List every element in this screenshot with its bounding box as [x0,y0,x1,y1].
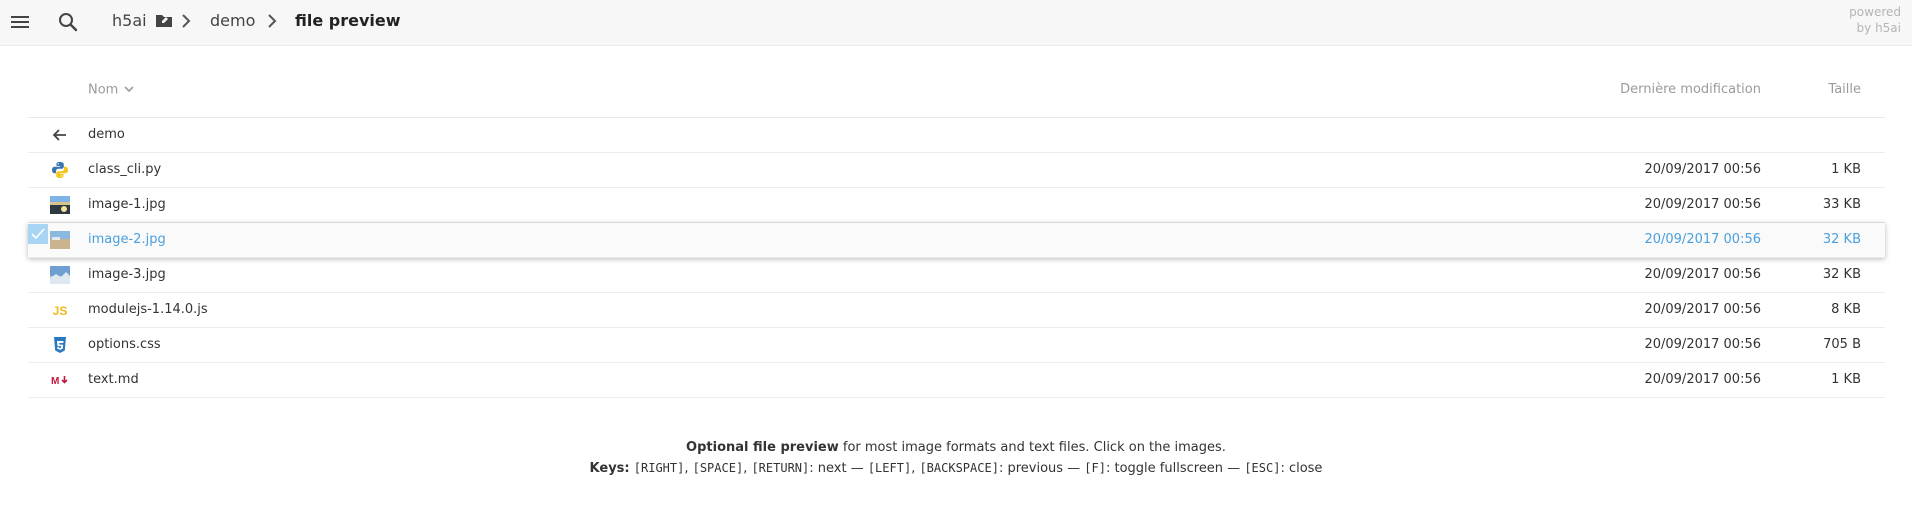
python-icon [50,161,70,179]
image-thumbnail [50,231,70,249]
file-row[interactable]: JS modulejs-1.14.0.js 20/09/2017 00:56 8… [28,293,1885,328]
column-date-header[interactable]: Dernière modification [1620,82,1761,98]
svg-text:M: M [51,376,59,387]
key-code: [RIGHT] [633,461,685,475]
file-date: 20/09/2017 00:56 [1644,232,1761,247]
chevron-right-icon [178,12,194,30]
file-row[interactable]: class_cli.py 20/09/2017 00:56 1 KB [28,153,1885,188]
search-icon[interactable] [56,10,80,34]
info-line-2: Keys: [RIGHT], [SPACE], [RETURN]: next —… [0,458,1912,479]
parent-folder-row[interactable]: demo [28,118,1885,153]
column-name-label: Nom [88,82,119,98]
file-list: Nom Dernière modification Taille demo cl… [28,46,1885,398]
keys-list: [RIGHT], [SPACE], [RETURN]: next — [LEFT… [630,461,1323,476]
file-name: image-3.jpg [88,267,166,282]
file-date: 20/09/2017 00:56 [1644,267,1761,282]
top-bar: h5ai demo file preview powered by h5ai [0,0,1912,46]
image-thumbnail [50,196,70,214]
file-name: options.css [88,337,161,352]
js-icon: JS [50,301,70,319]
markdown-icon: M [50,371,70,389]
column-size-header[interactable]: Taille [1828,82,1861,98]
file-size: 32 KB [1822,232,1861,247]
file-size: 1 KB [1831,162,1861,177]
sort-chevron-down-icon [124,82,134,98]
checkmark-icon [31,228,45,240]
file-name: modulejs-1.14.0.js [88,302,208,317]
file-date: 20/09/2017 00:56 [1644,337,1761,352]
column-name-header[interactable]: Nom [88,82,134,99]
css3-icon [50,336,70,354]
keys-label: Keys: [589,461,630,476]
file-row-selected[interactable]: image-2.jpg 20/09/2017 00:56 32 KB [28,223,1885,258]
info-title: Optional file preview [686,440,839,455]
image-thumbnail [50,266,70,284]
key-description: : close [1280,461,1323,476]
table-header: Nom Dernière modification Taille [28,46,1885,118]
info-line-1: Optional file preview for most image for… [0,437,1912,458]
preview-info: Optional file preview for most image for… [0,437,1912,479]
powered-line-2: by h5ai [1856,21,1901,35]
file-row[interactable]: options.css 20/09/2017 00:56 705 B [28,328,1885,363]
file-size: 1 KB [1831,372,1861,387]
breadcrumb-demo[interactable]: demo [210,11,255,31]
file-date: 20/09/2017 00:56 [1644,162,1761,177]
file-date: 20/09/2017 00:56 [1644,197,1761,212]
key-code: [SPACE] [692,461,744,475]
key-description: : toggle fullscreen — [1105,461,1245,476]
selection-checkbox[interactable] [28,224,48,244]
key-code: [F] [1084,461,1106,475]
info-description: for most image formats and text files. C… [838,440,1226,455]
breadcrumb-root[interactable]: h5ai [112,11,147,31]
file-name: text.md [88,372,139,387]
key-description: , [684,461,693,476]
key-code: [RETURN] [751,461,810,475]
parent-folder-name: demo [88,127,125,142]
file-size: 33 KB [1822,197,1861,212]
svg-text:JS: JS [53,304,68,318]
powered-line-1: powered [1849,5,1901,19]
file-name: image-1.jpg [88,197,166,212]
file-date: 20/09/2017 00:56 [1644,302,1761,317]
file-size: 8 KB [1831,302,1861,317]
file-row[interactable]: image-1.jpg 20/09/2017 00:56 33 KB [28,188,1885,223]
powered-by[interactable]: powered by h5ai [1849,4,1901,36]
key-description: : next — [809,461,868,476]
menu-icon[interactable] [8,10,32,34]
file-name: image-2.jpg [88,232,166,247]
key-code: [ESC] [1244,461,1281,475]
chevron-right-icon [264,12,280,30]
file-size: 705 B [1823,337,1861,352]
key-code: [LEFT] [867,461,912,475]
key-code: [BACKSPACE] [919,461,999,475]
folder-icon [155,12,173,30]
arrow-left-icon [50,126,70,144]
file-name: class_cli.py [88,162,162,177]
file-date: 20/09/2017 00:56 [1644,372,1761,387]
file-row[interactable]: M text.md 20/09/2017 00:56 1 KB [28,363,1885,398]
breadcrumb-current: file preview [295,11,401,30]
file-row[interactable]: image-3.jpg 20/09/2017 00:56 32 KB [28,258,1885,293]
key-description: : previous — [998,461,1085,476]
file-size: 32 KB [1822,267,1861,282]
